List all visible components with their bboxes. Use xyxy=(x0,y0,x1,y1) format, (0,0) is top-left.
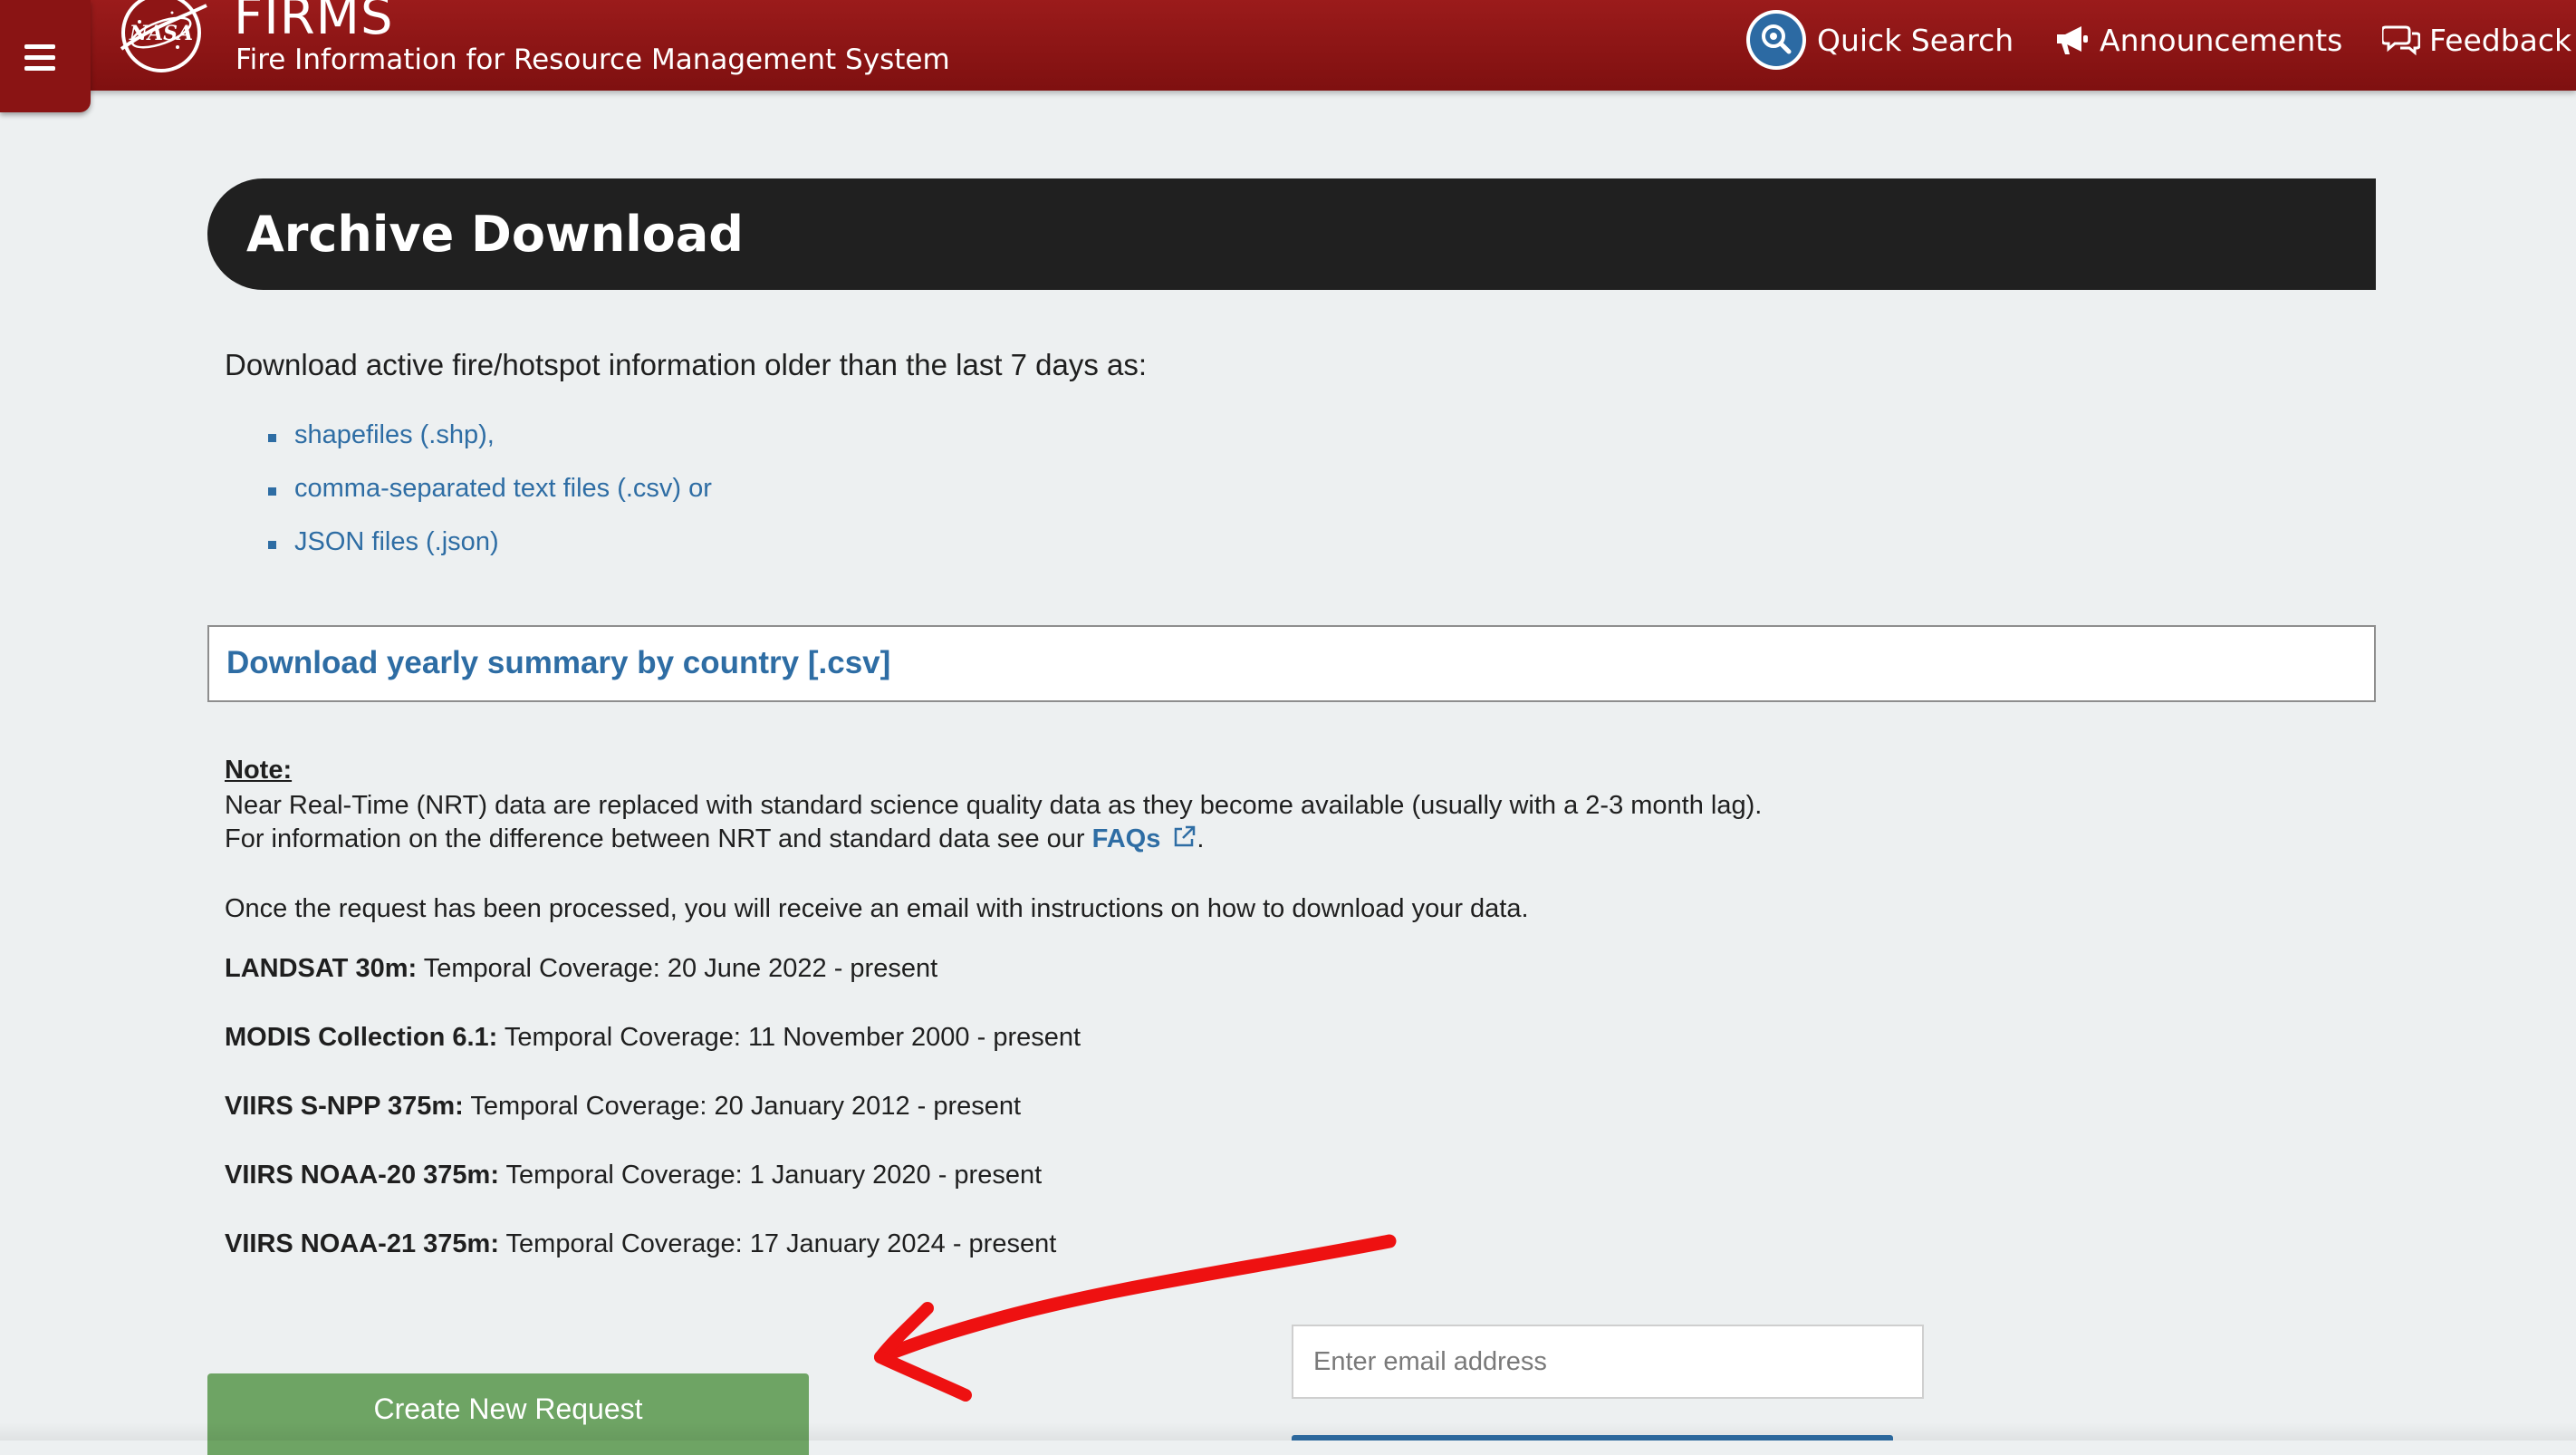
bullet-icon xyxy=(268,434,276,442)
hamburger-icon-line-2 xyxy=(24,55,55,60)
format-csv: comma-separated text files (.csv) or xyxy=(294,474,712,503)
megaphone-icon xyxy=(2057,26,2088,54)
note-line-faq: For information on the difference betwee… xyxy=(225,824,1204,854)
yearly-summary-download-link[interactable]: Download yearly summary by country [.csv… xyxy=(226,645,890,681)
page-title-banner: Archive Download xyxy=(207,178,2376,290)
announcements-button[interactable]: Announcements xyxy=(2054,16,2342,63)
note-faq-suffix: . xyxy=(1197,824,1205,853)
coverage-viirs-noaa21: VIIRS NOAA-21 375m: Temporal Coverage: 1… xyxy=(225,1229,1056,1259)
sensor-name: MODIS Collection 6.1: xyxy=(225,1023,498,1052)
faq-link[interactable]: FAQs xyxy=(1092,824,1161,853)
feedback-label: Feedback xyxy=(2429,22,2572,58)
feedback-button[interactable]: Feedback xyxy=(2382,16,2571,63)
submit-button-edge[interactable] xyxy=(1292,1435,1893,1441)
sensor-name: VIIRS NOAA-21 375m: xyxy=(225,1229,499,1258)
list-item: shapefiles (.shp), xyxy=(268,420,712,474)
email-field[interactable] xyxy=(1292,1325,1924,1399)
nasa-logo[interactable]: NASA xyxy=(112,0,210,80)
note-faq-prefix: For information on the difference betwee… xyxy=(225,824,1092,853)
hamburger-icon xyxy=(24,44,55,49)
sensor-name: LANDSAT 30m: xyxy=(225,954,418,983)
coverage-viirs-noaa20: VIIRS NOAA-20 375m: Temporal Coverage: 1… xyxy=(225,1161,1042,1190)
bullet-icon xyxy=(268,541,276,549)
intro-text: Download active fire/hotspot information… xyxy=(225,348,1148,381)
brand-subtitle: Fire Information for Resource Management… xyxy=(235,43,950,76)
create-new-request-button[interactable]: Create New Request xyxy=(207,1373,809,1455)
hamburger-icon-line-3 xyxy=(24,66,55,71)
note-heading: Note: xyxy=(225,756,293,785)
announcements-label: Announcements xyxy=(2100,22,2343,58)
brand-title[interactable]: FIRMS xyxy=(234,0,394,46)
coverage-text: Temporal Coverage: 11 November 2000 - pr… xyxy=(497,1023,1081,1052)
list-item: comma-separated text files (.csv) or xyxy=(268,474,712,527)
coverage-text: Temporal Coverage: 20 June 2022 - presen… xyxy=(417,954,938,983)
format-shapefile: shapefiles (.shp), xyxy=(294,420,495,449)
coverage-landsat: LANDSAT 30m: Temporal Coverage: 20 June … xyxy=(225,954,937,984)
quick-search-label: Quick Search xyxy=(1817,22,2014,58)
format-json: JSON files (.json) xyxy=(294,527,499,556)
sensor-name: VIIRS NOAA-20 375m: xyxy=(225,1161,499,1190)
coverage-text: Temporal Coverage: 17 January 2024 - pre… xyxy=(499,1229,1057,1258)
list-item: JSON files (.json) xyxy=(268,527,712,581)
quick-search-button[interactable]: Quick Search xyxy=(1745,10,2014,70)
coverage-text: Temporal Coverage: 1 January 2020 - pres… xyxy=(499,1161,1043,1190)
processing-info-text: Once the request has been processed, you… xyxy=(225,894,1529,923)
top-navigation-bar: NASA FIRMS Fire Information for Resource… xyxy=(0,0,2576,91)
coverage-viirs-snpp: VIIRS S-NPP 375m: Temporal Coverage: 20 … xyxy=(225,1092,1021,1122)
bullet-icon xyxy=(268,487,276,496)
external-link-icon[interactable] xyxy=(1171,824,1197,850)
coverage-text: Temporal Coverage: 20 January 2012 - pre… xyxy=(463,1092,1022,1121)
yearly-summary-box: Download yearly summary by country [.csv… xyxy=(207,625,2376,702)
nasa-logo-text: NASA xyxy=(129,22,193,45)
search-icon xyxy=(1746,10,1806,70)
format-list: shapefiles (.shp), comma-separated text … xyxy=(268,420,712,581)
note-line-nrt: Near Real-Time (NRT) data are replaced w… xyxy=(225,791,1763,820)
sensor-name: VIIRS S-NPP 375m: xyxy=(225,1092,464,1121)
page-title: Archive Download xyxy=(246,206,744,263)
coverage-modis: MODIS Collection 6.1: Temporal Coverage:… xyxy=(225,1023,1081,1053)
nasa-logo-emblem: NASA xyxy=(120,0,207,72)
chat-bubbles-icon xyxy=(2382,25,2420,56)
hamburger-menu-button[interactable] xyxy=(0,0,91,112)
